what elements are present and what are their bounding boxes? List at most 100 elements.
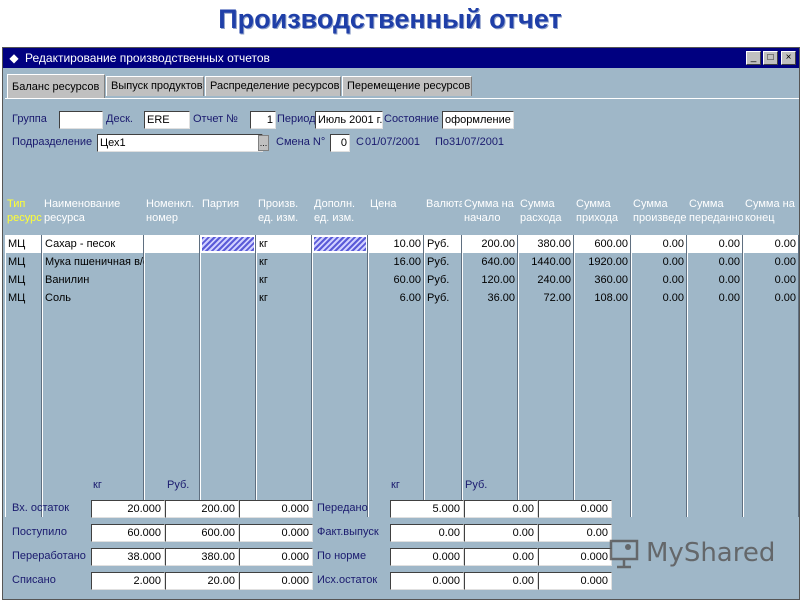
summary-by-norm-extra[interactable]: 0.000 bbox=[538, 548, 612, 566]
column-header-start[interactable]: Сумма на начало bbox=[462, 195, 518, 235]
cell-currency[interactable]: Руб. bbox=[424, 289, 462, 307]
summary-opening-rub[interactable]: 200.00 bbox=[165, 500, 239, 518]
cell-name[interactable]: Ванилин bbox=[42, 271, 144, 289]
cell-end[interactable]: 0.00 bbox=[743, 253, 799, 271]
cell-start[interactable]: 120.00 bbox=[462, 271, 518, 289]
cell-transferred[interactable]: 0.00 bbox=[687, 289, 743, 307]
summary-opening-kg[interactable]: 20.000 bbox=[91, 500, 165, 518]
summary-closing-rub[interactable]: 0.00 bbox=[464, 572, 538, 590]
summary-processed-rub[interactable]: 380.00 bbox=[165, 548, 239, 566]
cell-price[interactable]: 60.00 bbox=[368, 271, 424, 289]
summary-written-off-rub[interactable]: 20.00 bbox=[165, 572, 239, 590]
tab-resource-distribution[interactable]: Распределение ресурсов bbox=[205, 76, 341, 96]
from-date[interactable]: 01/07/2001 bbox=[365, 136, 420, 148]
cell-unit[interactable]: кг bbox=[256, 289, 312, 307]
cell-name[interactable]: Сахар - песок bbox=[42, 235, 144, 253]
cell-income[interactable]: 360.00 bbox=[574, 271, 631, 289]
subdivision-field[interactable]: Цех1 bbox=[97, 134, 263, 152]
cell-name[interactable]: Мука пшеничная в/с bbox=[42, 253, 144, 271]
cell-expense[interactable]: 240.00 bbox=[518, 271, 574, 289]
cell-income[interactable]: 1920.00 bbox=[574, 253, 631, 271]
cell-transferred[interactable]: 0.00 bbox=[687, 235, 743, 253]
column-header-end[interactable]: Сумма на конец bbox=[743, 195, 799, 235]
desk-field[interactable]: ERE bbox=[144, 111, 190, 129]
maximize-button[interactable]: □ bbox=[763, 51, 778, 65]
cell-produced[interactable]: 0.00 bbox=[631, 253, 687, 271]
cell-end[interactable]: 0.00 bbox=[743, 235, 799, 253]
tab-resource-balance[interactable]: Баланс ресурсов bbox=[7, 74, 105, 98]
cell-start[interactable]: 640.00 bbox=[462, 253, 518, 271]
to-date[interactable]: 31/07/2001 bbox=[449, 136, 504, 148]
minimize-button[interactable]: _ bbox=[746, 51, 761, 65]
cell-name[interactable]: Соль bbox=[42, 289, 144, 307]
summary-transferred-kg[interactable]: 5.000 bbox=[390, 500, 464, 518]
cell-expense[interactable]: 72.00 bbox=[518, 289, 574, 307]
cell-end[interactable]: 0.00 bbox=[743, 289, 799, 307]
cell-currency[interactable]: Руб. bbox=[424, 271, 462, 289]
cell-price[interactable]: 16.00 bbox=[368, 253, 424, 271]
summary-actual-output-kg[interactable]: 0.00 bbox=[390, 524, 464, 542]
column-header-currency[interactable]: Валюта bbox=[424, 195, 462, 235]
cell-price[interactable]: 6.00 bbox=[368, 289, 424, 307]
cell-type[interactable]: МЦ bbox=[5, 289, 42, 307]
summary-closing-kg[interactable]: 0.000 bbox=[390, 572, 464, 590]
cell-start[interactable]: 36.00 bbox=[462, 289, 518, 307]
cell-expense[interactable]: 1440.00 bbox=[518, 253, 574, 271]
column-header-price[interactable]: Цена bbox=[368, 195, 424, 235]
cell-transferred[interactable]: 0.00 bbox=[687, 253, 743, 271]
column-header-batch[interactable]: Партия bbox=[200, 195, 256, 235]
summary-written-off-extra[interactable]: 0.000 bbox=[239, 572, 313, 590]
cell-type[interactable]: МЦ bbox=[5, 253, 42, 271]
summary-received-extra[interactable]: 0.000 bbox=[239, 524, 313, 542]
cell-type[interactable]: МЦ bbox=[5, 235, 42, 253]
cell-unit[interactable]: кг bbox=[256, 235, 312, 253]
cell-currency[interactable]: Руб. bbox=[424, 253, 462, 271]
column-header-name[interactable]: Наименование ресурса bbox=[42, 195, 144, 235]
shift-field[interactable]: 0 bbox=[330, 134, 350, 152]
group-field[interactable] bbox=[59, 111, 103, 129]
cell-produced[interactable]: 0.00 bbox=[631, 235, 687, 253]
summary-written-off-kg[interactable]: 2.000 bbox=[91, 572, 165, 590]
cell-price[interactable]: 10.00 bbox=[368, 235, 424, 253]
summary-opening-extra[interactable]: 0.000 bbox=[239, 500, 313, 518]
cell-currency[interactable]: Руб. bbox=[424, 235, 462, 253]
cell-start[interactable]: 200.00 bbox=[462, 235, 518, 253]
column-header-income[interactable]: Сумма прихода bbox=[574, 195, 631, 235]
window-titlebar[interactable]: ◆ Редактирование производственных отчето… bbox=[3, 48, 799, 68]
summary-processed-extra[interactable]: 0.000 bbox=[239, 548, 313, 566]
summary-actual-output-rub[interactable]: 0.00 bbox=[464, 524, 538, 542]
column-header-produced[interactable]: Сумма произведе bbox=[631, 195, 687, 235]
column-header-unit[interactable]: Произв. ед. изм. bbox=[256, 195, 312, 235]
cell-income[interactable]: 108.00 bbox=[574, 289, 631, 307]
column-header-nom[interactable]: Номенкл. номер bbox=[144, 195, 200, 235]
tab-resource-movement[interactable]: Перемещение ресурсов bbox=[342, 76, 472, 96]
summary-transferred-rub[interactable]: 0.00 bbox=[464, 500, 538, 518]
close-button[interactable]: × bbox=[781, 51, 796, 65]
tab-product-output[interactable]: Выпуск продуктов bbox=[106, 76, 204, 96]
cell-end[interactable]: 0.00 bbox=[743, 271, 799, 289]
cell-type[interactable]: МЦ bbox=[5, 271, 42, 289]
subdivision-browse-button[interactable]: ... bbox=[258, 135, 269, 151]
state-field[interactable]: оформление bbox=[442, 111, 514, 129]
summary-by-norm-rub[interactable]: 0.00 bbox=[464, 548, 538, 566]
summary-transferred-extra[interactable]: 0.000 bbox=[538, 500, 612, 518]
period-field[interactable]: Июль 2001 г. bbox=[315, 111, 383, 129]
column-header-unit2[interactable]: Дополн. ед. изм. bbox=[312, 195, 368, 235]
cell-produced[interactable]: 0.00 bbox=[631, 271, 687, 289]
summary-by-norm-kg[interactable]: 0.000 bbox=[390, 548, 464, 566]
column-header-type[interactable]: Тип ресурс bbox=[5, 195, 42, 235]
summary-actual-output-extra[interactable]: 0.00 bbox=[538, 524, 612, 542]
summary-received-kg[interactable]: 60.000 bbox=[91, 524, 165, 542]
report-number-field[interactable]: 1 bbox=[250, 111, 276, 129]
column-header-expense[interactable]: Сумма расхода bbox=[518, 195, 574, 235]
summary-received-rub[interactable]: 600.00 bbox=[165, 524, 239, 542]
column-header-transferred[interactable]: Сумма переданно bbox=[687, 195, 743, 235]
summary-closing-extra[interactable]: 0.000 bbox=[538, 572, 612, 590]
cell-produced[interactable]: 0.00 bbox=[631, 289, 687, 307]
summary-processed-kg[interactable]: 38.000 bbox=[91, 548, 165, 566]
cell-unit[interactable]: кг bbox=[256, 253, 312, 271]
cell-income[interactable]: 600.00 bbox=[574, 235, 631, 253]
cell-transferred[interactable]: 0.00 bbox=[687, 271, 743, 289]
cell-expense[interactable]: 380.00 bbox=[518, 235, 574, 253]
cell-unit[interactable]: кг bbox=[256, 271, 312, 289]
